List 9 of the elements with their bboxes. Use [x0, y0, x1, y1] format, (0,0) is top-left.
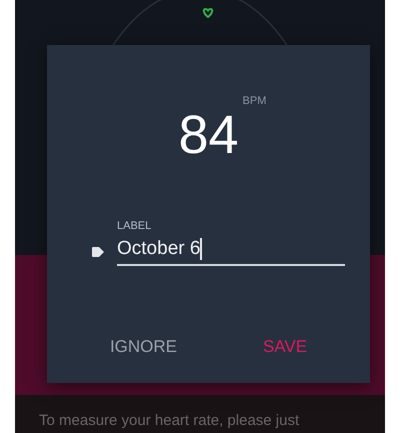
field-label: LABEL	[117, 220, 152, 232]
heart-icon	[202, 6, 214, 18]
ignore-button[interactable]: IGNORE	[102, 331, 186, 363]
label-input-field[interactable]: October 6	[117, 238, 345, 266]
bpm-unit: BPM	[242, 95, 266, 107]
instruction-text: To measure your heart rate, please just	[39, 412, 300, 429]
tag-icon	[91, 246, 105, 258]
save-button[interactable]: SAVE	[254, 331, 316, 363]
bpm-value: 84	[178, 105, 239, 165]
